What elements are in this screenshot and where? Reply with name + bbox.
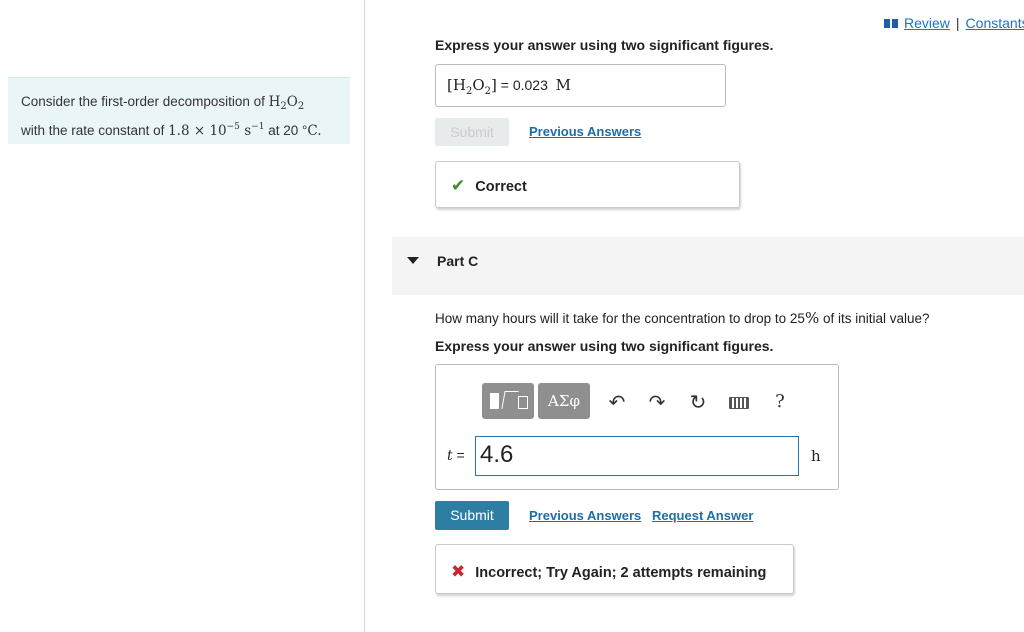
collapse-caret-icon[interactable] [407,257,419,264]
part-b-previous-answers-link[interactable]: Previous Answers [529,124,641,139]
problem-line-1: Consider the first-order decomposition o… [21,94,305,112]
redo-icon[interactable]: ↷ [646,390,668,415]
species-formula: H2O2 [268,94,305,112]
keyboard-icon[interactable] [729,397,749,409]
separator: | [955,15,960,31]
problem-statement: Consider the first-order decomposition o… [8,77,350,144]
part-b-answer-display: [H2O2] = 0.023 M [435,64,726,107]
greek-symbols-button[interactable]: ΑΣφ [538,383,590,419]
check-icon: ✔ [451,176,466,195]
request-answer-link[interactable]: Request Answer [652,508,753,523]
undo-icon[interactable]: ↶ [606,390,628,415]
book-icon [884,19,898,28]
part-c-feedback-incorrect: ✖ Incorrect; Try Again; 2 attempts remain… [435,544,794,594]
help-icon[interactable]: ? [769,391,791,412]
part-c-question: How many hours will it take for the conc… [435,309,930,327]
part-c-previous-answers-link[interactable]: Previous Answers [529,508,641,523]
part-c-submit-button[interactable]: Submit [435,501,509,530]
answer-input[interactable]: 4.6 [475,436,799,476]
rate-constant: 1.8 × 10−5 s−1 [168,122,265,139]
unit-label: h [811,447,821,465]
answer-value: 0.023 [512,77,548,93]
part-c-title: Part C [437,253,479,269]
part-b-instruction: Express your answer using two significan… [435,37,774,53]
part-b-submit-button[interactable]: Submit [435,118,509,146]
constants-link[interactable]: Constants [966,15,1024,31]
part-b-feedback-correct: ✔ Correct [435,161,740,208]
variable-label: t = [447,447,465,464]
panel-divider [364,0,365,632]
part-c-header[interactable] [392,237,1024,295]
reset-icon[interactable]: ↻ [687,390,709,415]
problem-line-2: with the rate constant of 1.8 × 10−5 s−1… [21,122,322,139]
cross-icon: ✖ [451,562,466,581]
top-links: Review | Constants [884,15,1024,31]
answer-unit: M [555,76,572,94]
answer-label: [H2O2] [447,76,497,97]
part-c-instruction: Express your answer using two significan… [435,338,774,354]
review-link[interactable]: Review [904,15,950,31]
